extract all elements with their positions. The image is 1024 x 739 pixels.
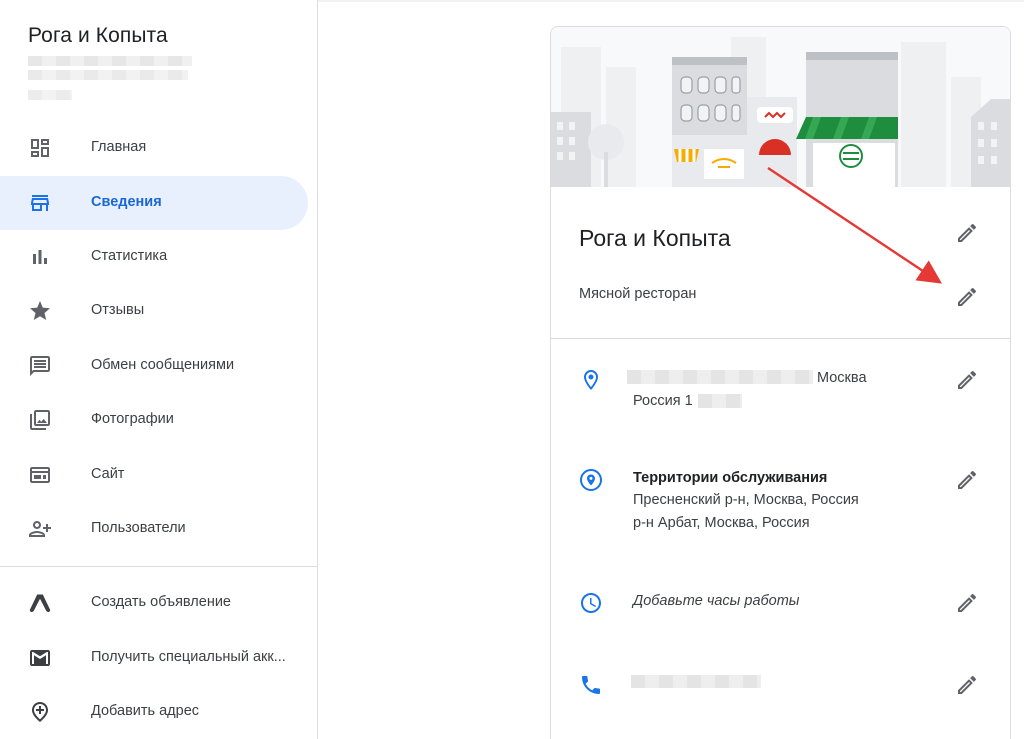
card-divider — [551, 338, 1010, 339]
clock-icon — [581, 593, 601, 613]
blurred-address — [28, 90, 72, 100]
hours-placeholder: Добавьте часы работы — [633, 593, 800, 609]
edit-category-pencil-icon[interactable] — [955, 285, 979, 309]
service-area-heading-text: Территории обслуживания — [633, 470, 828, 486]
sidebar-item-label: Главная — [91, 139, 147, 155]
sidebar-item-label: Сайт — [91, 466, 125, 482]
sidebar-item-home[interactable]: Главная — [0, 121, 308, 175]
business-category: Мясной ресторан — [579, 286, 697, 302]
service-area-icon — [580, 469, 602, 491]
sidebar: Рога и Копыта Главная Сведения Статистик… — [0, 0, 318, 739]
service-area-line: р-н Арбат, Москва, Россия — [633, 515, 810, 531]
edit-name-pencil-icon[interactable] — [955, 221, 979, 245]
website-icon — [30, 467, 50, 483]
blurred-address — [28, 56, 192, 66]
sidebar-item-gmail[interactable]: Получить специальный акк... — [0, 631, 308, 685]
add-location-icon — [32, 702, 48, 722]
sidebar-item-messages[interactable]: Обмен сообщениями — [0, 339, 308, 393]
edit-hours-pencil-icon[interactable] — [955, 591, 979, 615]
sidebar-item-add-address[interactable]: Добавить адрес — [0, 685, 308, 739]
sidebar-item-photos[interactable]: Фотографии — [0, 393, 308, 447]
sidebar-item-label: Получить специальный акк... — [91, 649, 286, 665]
sidebar-item-statistics[interactable]: Статистика — [0, 230, 308, 284]
sidebar-item-create-ad[interactable]: Создать объявление — [0, 576, 308, 630]
sidebar-item-info[interactable]: Сведения — [0, 176, 308, 230]
gmail-icon — [30, 650, 50, 666]
person-add-icon — [29, 521, 51, 537]
dashboard-icon — [31, 139, 49, 157]
service-area-heading: Территории обслуживания — [633, 467, 827, 489]
service-area-line: Пресненский р-н, Москва, Россия — [633, 492, 859, 508]
photo-library-icon — [30, 410, 50, 430]
sidebar-item-users[interactable]: Пользователи — [0, 502, 308, 556]
blurred-address — [28, 70, 188, 80]
sidebar-business-name: Рога и Копыта — [28, 24, 168, 47]
star-icon — [30, 301, 50, 320]
sidebar-item-label: Статистика — [91, 248, 168, 264]
edit-service-area-pencil-icon[interactable] — [955, 468, 979, 492]
google-ads-icon — [29, 594, 51, 612]
edit-phone-pencil-icon[interactable] — [955, 673, 979, 697]
sidebar-item-label: Добавить адрес — [91, 703, 200, 719]
sidebar-item-reviews[interactable]: Отзывы — [0, 284, 308, 338]
sidebar-item-label: Обмен сообщениями — [91, 357, 235, 373]
message-icon — [30, 356, 50, 376]
blurred-street-address — [627, 370, 813, 384]
sidebar-item-label: Сведения — [91, 194, 162, 210]
sidebar-item-label: Пользователи — [91, 520, 186, 536]
phone-icon — [582, 676, 600, 694]
address-city: Москва — [817, 370, 867, 386]
sidebar-item-website[interactable]: Сайт — [0, 448, 308, 502]
edit-address-pencil-icon[interactable] — [955, 368, 979, 392]
sidebar-divider — [0, 566, 318, 567]
storefront-icon — [31, 195, 49, 211]
sidebar-item-label: Отзывы — [91, 302, 145, 318]
bar-chart-icon — [33, 250, 47, 264]
blurred-postal-code — [698, 394, 742, 408]
business-info-card: Рога и Копыта Мясной ресторан Москва Рос… — [550, 26, 1011, 739]
blurred-phone-number — [631, 675, 761, 688]
business-title: Рога и Копыта — [579, 225, 731, 251]
sidebar-item-label: Создать объявление — [91, 594, 232, 610]
storefront-illustration — [551, 27, 1010, 187]
sidebar-item-label: Фотографии — [91, 411, 174, 427]
location-pin-icon — [584, 370, 598, 390]
address-country: Россия 1 — [633, 393, 693, 409]
